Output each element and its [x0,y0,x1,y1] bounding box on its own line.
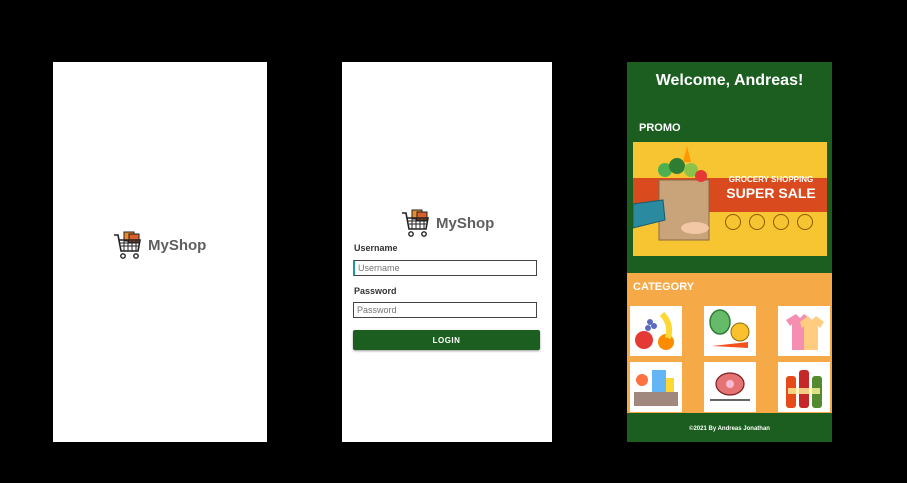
bag-icon [797,214,813,230]
banner-line2: SUPER SALE [726,185,816,201]
banner-line1: GROCERY SHOPPING [728,175,814,184]
drinks-icon [786,370,822,408]
shopping-cart-icon [114,231,141,259]
login-button[interactable]: LOGIN [353,330,540,350]
vegetables-icon [709,309,750,348]
username-label: Username [354,243,398,253]
app-name: MyShop [436,214,495,232]
category-groceries[interactable] [630,362,682,412]
category-section: CATEGORY [627,273,832,413]
home-screen: Welcome, Andreas! PROMO GROCERY SHOPPING… [627,62,832,442]
splash-logo: MyShop [112,229,206,261]
coupon-icon [773,214,789,230]
login-logo: MyShop [400,207,494,239]
footer-copyright: ©2021 By Andreas Jonathan [689,426,770,432]
promo-heading: PROMO [639,122,681,134]
clothes-icon [786,314,824,350]
category-meat[interactable] [704,362,756,412]
meat-icon [710,372,750,401]
promo-banner[interactable]: GROCERY SHOPPING SUPER SALE [633,142,827,256]
category-drinks[interactable] [778,362,830,412]
category-clothes[interactable] [778,306,830,356]
category-vegetables[interactable] [704,306,756,356]
category-heading: CATEGORY [633,281,695,293]
welcome-title: Welcome, Andreas! [655,72,804,89]
discount-icon [725,214,741,230]
password-input[interactable] [353,302,537,318]
login-screen: MyShop Username Password LOGIN [342,62,552,442]
banner-icons [725,214,813,230]
groceries-icon [634,370,678,406]
splash-screen: MyShop [53,62,267,442]
thumbs-up-icon [749,214,765,230]
category-fruits[interactable] [630,306,682,356]
username-input[interactable] [353,260,537,276]
fruits-icon [635,311,674,350]
shopping-cart-icon [402,209,429,237]
password-label: Password [354,286,397,296]
app-name: MyShop [148,236,207,254]
